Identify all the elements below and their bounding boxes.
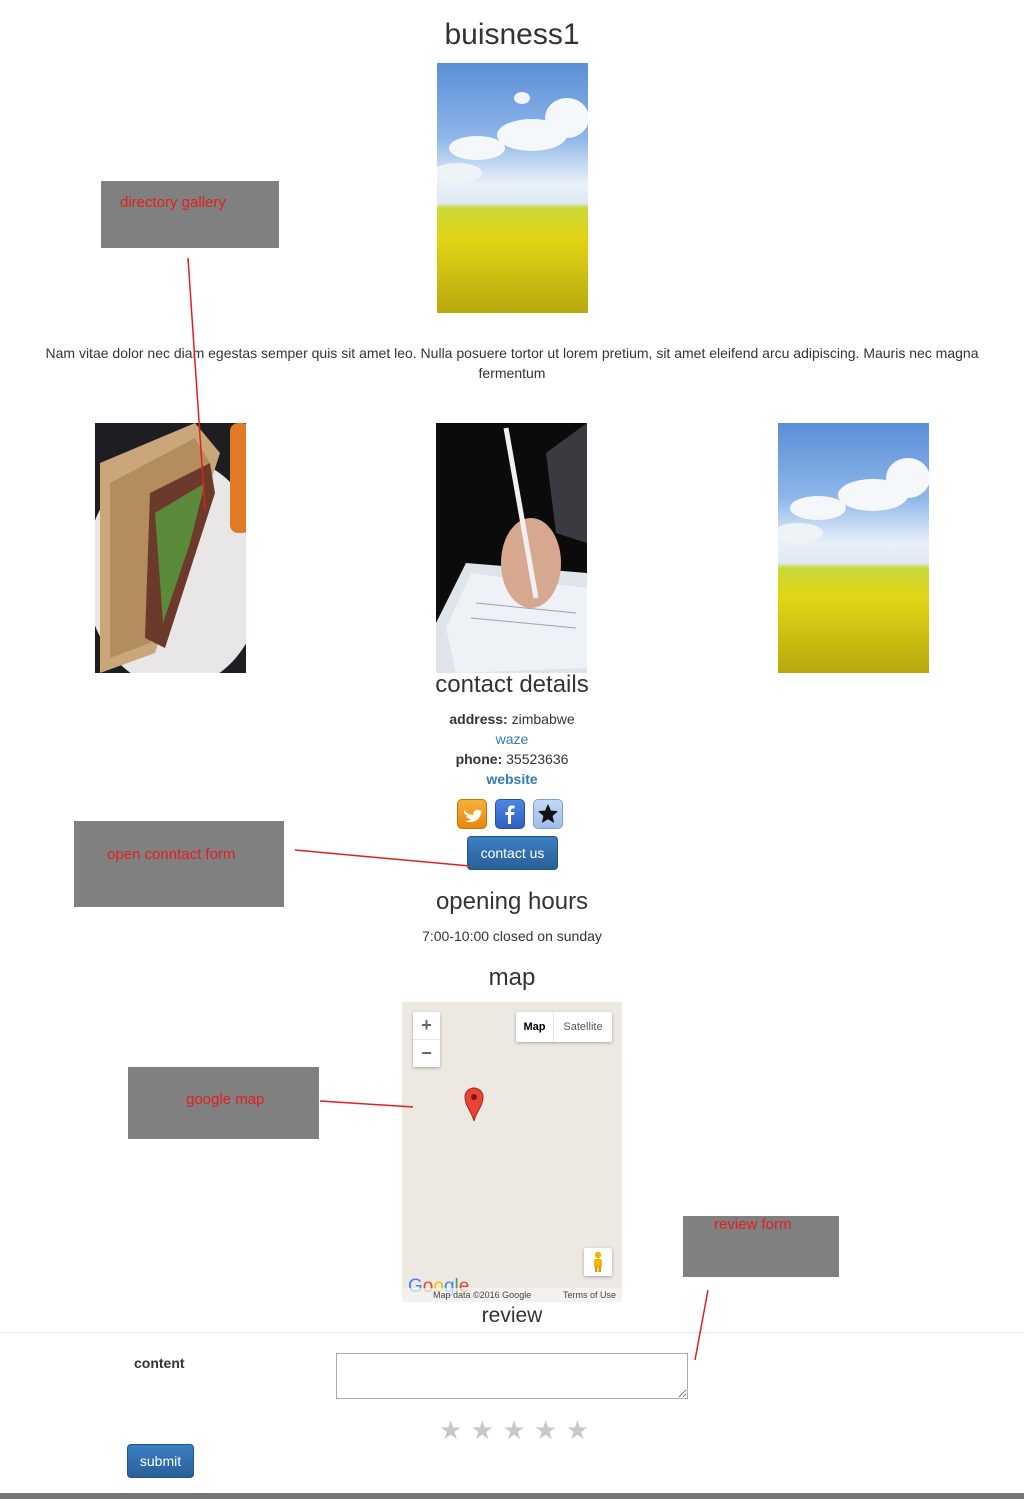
map-type-map[interactable]: Map [516,1012,554,1042]
zoom-out-button[interactable]: − [413,1040,440,1067]
rating-stars: ★ ★ ★ ★ ★ [439,1415,589,1445]
gallery-image-field[interactable] [778,423,929,673]
gallery-image-sandwich[interactable] [95,423,246,673]
phone-line: phone: 35523636 [0,751,1024,767]
facebook-button[interactable] [495,799,525,829]
contact-details-heading: contact details [435,671,589,698]
opening-hours-text: 7:00-10:00 closed on sunday [422,928,602,944]
rating-star-icon[interactable]: ★ [566,1415,589,1445]
google-map[interactable]: + − Map Satellite Google Map data ©2016 … [402,1002,622,1302]
annotation-review-form: review form [683,1216,839,1277]
content-label: content [134,1355,185,1371]
website-line: website [0,771,1024,787]
annotation-directory-gallery: directory gallery [101,181,279,248]
address-line: address: zimbabwe [0,711,1024,727]
zoom-controls: + − [413,1012,440,1067]
rating-star-icon[interactable]: ★ [471,1415,494,1445]
page-title: buisness1 [444,18,580,51]
address-value: zimbabwe [511,711,575,727]
review-content-input[interactable] [336,1353,688,1399]
annotation-google-map: google map [128,1067,319,1139]
rating-star-icon[interactable]: ★ [534,1415,557,1445]
field-photo [778,458,929,543]
map-marker-icon[interactable] [464,1086,484,1122]
writing-photo [436,423,587,673]
annotation-line-map [319,1100,414,1108]
pegman-icon [594,1251,602,1272]
map-terms-link[interactable]: Terms of Use [563,1290,616,1300]
street-view-control[interactable] [584,1248,612,1276]
map-type-satellite[interactable]: Satellite [554,1012,612,1042]
gallery-image-writing[interactable] [436,423,587,673]
twitter-button[interactable] [457,799,487,829]
business-description: Nam vitae dolor nec diam egestas semper … [45,345,979,381]
review-divider [0,1332,1024,1333]
main-business-image[interactable] [437,63,588,313]
footer-bar [0,1493,1024,1499]
address-label: address: [449,711,508,727]
submit-review-button[interactable]: submit [127,1444,194,1478]
map-type-control: Map Satellite [516,1012,612,1042]
twitter-icon [464,809,482,823]
favorite-button[interactable] [533,799,563,829]
annotation-line-contact [294,849,471,867]
star-icon [538,804,558,823]
phone-value: 35523636 [506,751,569,767]
rating-star-icon[interactable]: ★ [502,1415,525,1445]
sandwich-photo [95,423,246,673]
map-attribution: Map data ©2016 Google [433,1290,532,1300]
annotation-contact-form: open conntact form [74,821,284,907]
zoom-in-button[interactable]: + [413,1012,440,1040]
contact-us-button[interactable]: contact us [467,836,558,870]
map-heading: map [488,964,536,991]
phone-label: phone: [455,751,503,767]
waze-link[interactable]: waze [496,731,529,747]
review-heading: review [481,1304,543,1327]
facebook-icon [505,805,515,824]
map-attribution-bar: Map data ©2016 Google Terms of Use [402,1288,622,1302]
rating-star-icon[interactable]: ★ [439,1415,462,1445]
website-link[interactable]: website [486,771,537,787]
waze-line: waze [0,731,1024,747]
field-photo [437,92,588,183]
